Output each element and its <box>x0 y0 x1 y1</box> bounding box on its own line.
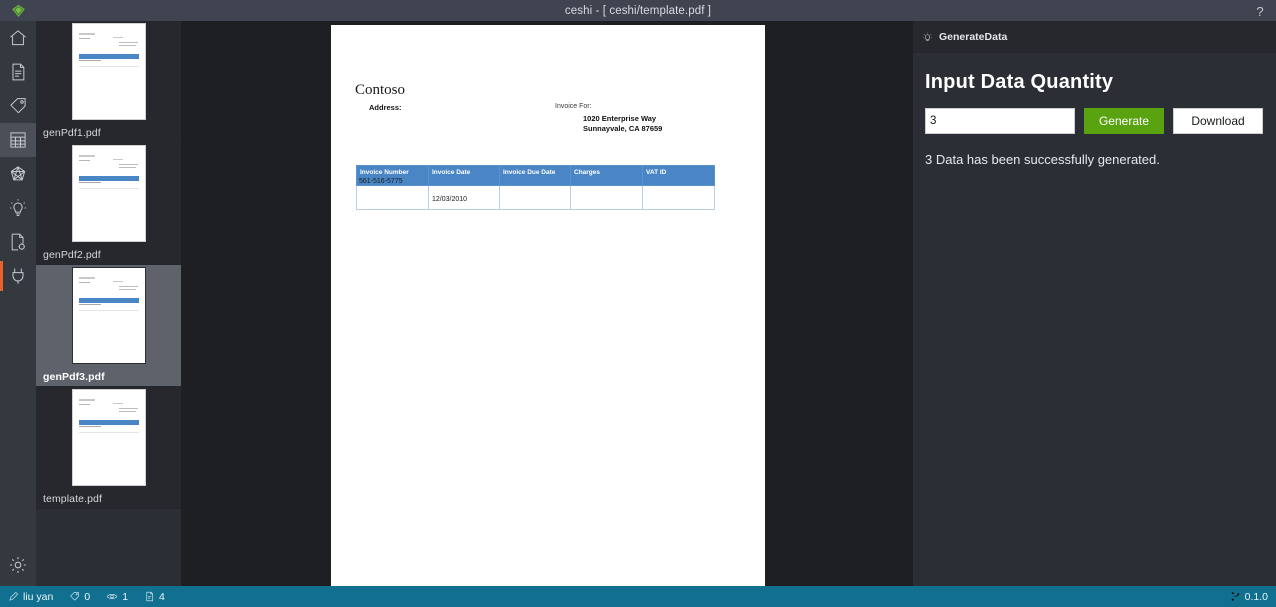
invoice-address-line-2: Sunnayvale, CA 87659 <box>583 124 663 133</box>
column-header: Invoice Due Date <box>499 165 571 186</box>
file-icon <box>146 591 154 602</box>
status-view-count: 1 <box>122 590 129 603</box>
column-header: VAT ID <box>642 165 715 186</box>
column-header: Invoice Date <box>428 165 500 186</box>
list-item[interactable]: genPdf2.pdf <box>36 143 181 265</box>
table-row: 561-516-5775 12/03/2010 <box>356 178 715 210</box>
generate-data-panel: GenerateData Input Data Quantity Generat… <box>913 21 1276 586</box>
cell-invoice-number: 561-516-5775 <box>356 178 429 210</box>
sidebar-item-network[interactable] <box>0 157 36 191</box>
panel-title: GenerateData <box>939 31 1008 43</box>
status-version[interactable]: 0.1.0 <box>1230 591 1268 603</box>
status-user[interactable]: liu yan <box>0 586 61 607</box>
status-bar: liu yan 0 1 4 0.1.0 <box>0 586 1276 607</box>
cell-charges <box>570 185 643 210</box>
lightbulb-icon <box>10 199 26 216</box>
file-thumbnail <box>36 21 181 121</box>
invoice-number-value: 561-516-5775 <box>359 178 403 185</box>
status-file-count: 4 <box>159 590 165 603</box>
status-version-label: 0.1.0 <box>1244 590 1268 603</box>
status-message: 3 Data has been successfully generated. <box>925 152 1160 167</box>
file-thumbnail <box>36 387 181 487</box>
cell-invoice-due-date <box>499 185 571 210</box>
table-header-row: Invoice Number Invoice Date Invoice Due … <box>356 165 715 186</box>
sidebar-settings-button[interactable] <box>0 548 36 582</box>
invoice-brand: Contoso <box>355 82 406 98</box>
network-graph-icon <box>10 166 26 181</box>
file-name-label: genPdf1.pdf <box>43 127 101 139</box>
file-name-label: template.pdf <box>43 493 102 505</box>
sidebar-item-document[interactable] <box>0 55 36 89</box>
sidebar-item-tag[interactable] <box>0 89 36 123</box>
document-icon <box>12 63 25 81</box>
tag-icon <box>70 592 80 601</box>
file-thumbnail <box>36 143 181 243</box>
eye-icon <box>107 594 118 599</box>
sidebar-item-plugins[interactable] <box>0 259 36 293</box>
sidebar-rail <box>0 21 36 586</box>
home-icon <box>10 30 26 46</box>
file-name-label: genPdf2.pdf <box>43 249 101 261</box>
status-tags[interactable]: 0 <box>61 586 98 607</box>
pdf-page: Contoso Address: Invoice For: 1020 Enter… <box>331 25 765 586</box>
tag-icon <box>10 98 26 114</box>
application-window: ceshi - [ ceshi/template.pdf ] ? genPdf1… <box>0 0 1276 607</box>
invoice-for-label: Invoice For: <box>555 103 592 110</box>
document-settings-icon <box>11 233 25 251</box>
invoice-date-value: 12/03/2010 <box>432 196 468 203</box>
generate-button[interactable]: Generate <box>1084 108 1164 134</box>
status-tag-count: 0 <box>84 590 91 603</box>
list-item-selected[interactable]: genPdf3.pdf <box>36 265 181 387</box>
cell-vat-id <box>642 185 715 210</box>
file-list-pane[interactable]: genPdf1.pdf genPdf2.pdf genPdf3.pdf temp… <box>36 21 181 586</box>
document-viewer[interactable]: Contoso Address: Invoice For: 1020 Enter… <box>181 21 1054 586</box>
table-grid-icon <box>10 132 26 148</box>
download-button[interactable]: Download <box>1173 108 1263 134</box>
column-header: Charges <box>570 165 643 186</box>
sidebar-item-home[interactable] <box>0 21 36 55</box>
pen-icon <box>9 591 19 601</box>
plug-icon <box>12 268 24 284</box>
status-views[interactable]: 1 <box>98 586 136 607</box>
help-question-icon[interactable]: ? <box>1250 2 1270 20</box>
gear-icon <box>10 557 26 573</box>
title-bar: ceshi - [ ceshi/template.pdf ] ? <box>0 0 1276 21</box>
list-item[interactable]: template.pdf <box>36 387 181 509</box>
sidebar-item-document-settings[interactable] <box>0 225 36 259</box>
list-item[interactable]: genPdf1.pdf <box>36 21 181 143</box>
invoice-address-line-1: 1020 Enterprise Way <box>583 114 657 123</box>
branch-icon <box>1231 592 1239 601</box>
quantity-input[interactable] <box>925 108 1075 134</box>
file-name-label: genPdf3.pdf <box>43 371 105 383</box>
window-title: ceshi - [ ceshi/template.pdf ] <box>564 4 712 17</box>
sidebar-item-table[interactable] <box>0 123 36 157</box>
invoice-table: Invoice Number Invoice Date Invoice Due … <box>356 165 715 210</box>
status-files[interactable]: 4 <box>136 586 173 607</box>
file-thumbnail <box>36 265 181 365</box>
invoice-address-label: Address: <box>369 103 402 112</box>
lightbulb-icon <box>923 32 932 41</box>
panel-heading: Input Data Quantity <box>925 71 1114 93</box>
cell-invoice-date: 12/03/2010 <box>428 185 500 210</box>
panel-header: GenerateData <box>913 21 1276 53</box>
status-user-label: liu yan <box>23 590 54 603</box>
sidebar-item-ideas[interactable] <box>0 191 36 225</box>
